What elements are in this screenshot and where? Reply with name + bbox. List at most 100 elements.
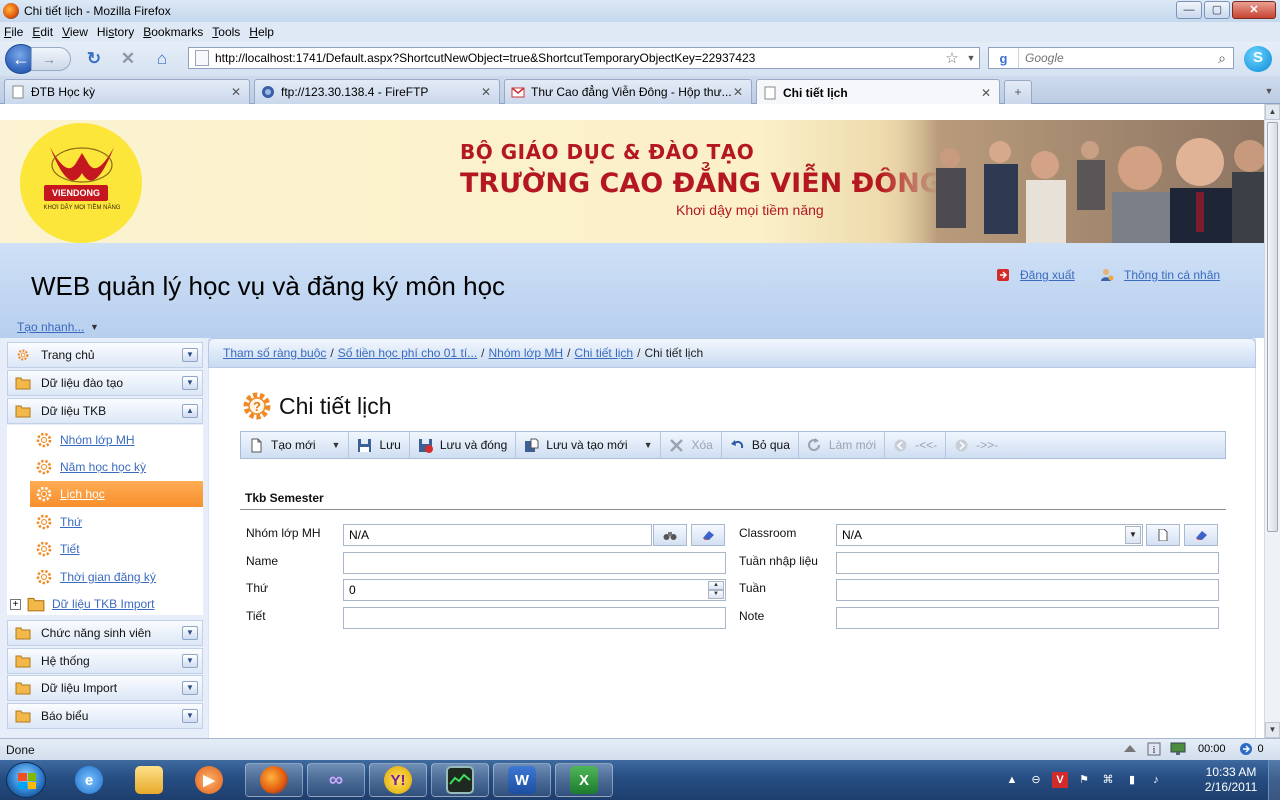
taskbar-visual-studio[interactable]: ∞ — [307, 763, 365, 797]
skype-icon[interactable]: S — [1244, 46, 1272, 72]
search-input[interactable] — [1019, 51, 1211, 65]
tuan-nhap-lieu-field[interactable] — [836, 552, 1219, 574]
classroom-value[interactable]: N/A — [842, 528, 862, 542]
taskbar-task-manager[interactable] — [431, 763, 489, 797]
taskbar-clock[interactable]: 10:33 AM 2/16/2011 — [1196, 765, 1266, 795]
sidebar-item-nhom-lop-mh[interactable]: Nhóm lớp MH — [30, 427, 203, 453]
thu-value[interactable]: 0 — [349, 583, 356, 597]
new-tab-button[interactable]: + — [1004, 80, 1032, 104]
tray-arrow-icon[interactable]: ▲ — [1004, 772, 1020, 788]
thu-stepper[interactable]: 0 ▲ ▼ — [343, 579, 726, 601]
spin-down-icon[interactable]: ▼ — [708, 590, 724, 599]
maximize-button[interactable]: ▢ — [1204, 1, 1230, 19]
next-record-button[interactable]: ->>- — [946, 432, 1006, 458]
chevron-down-icon[interactable]: ▼ — [1262, 82, 1276, 100]
breadcrumb-nhom-lop[interactable]: Nhóm lớp MH — [489, 346, 564, 360]
address-bar[interactable]: http://localhost:1741/Default.aspx?Short… — [188, 47, 980, 69]
menu-file[interactable]: File — [4, 25, 23, 39]
close-icon[interactable]: ✕ — [731, 85, 745, 99]
expand-plus-icon[interactable]: + — [10, 598, 21, 610]
start-button[interactable] — [6, 762, 46, 798]
page-scrollbar[interactable]: ▲ ▼ — [1264, 104, 1280, 738]
logout-link[interactable]: Đăng xuất — [996, 268, 1075, 282]
chevron-down-icon[interactable]: ▼ — [182, 376, 198, 390]
sidebar-item-thoi-gian-dang-ky[interactable]: Thời gian đăng ký — [30, 564, 203, 590]
antivirus-icon[interactable]: V — [1052, 772, 1068, 788]
url-text[interactable]: http://localhost:1741/Default.aspx?Short… — [215, 51, 941, 65]
stop-icon[interactable]: ✕ — [117, 48, 139, 70]
chevron-down-icon[interactable]: ▼ — [644, 440, 653, 450]
refresh-button[interactable]: Làm mới — [799, 432, 886, 458]
menu-view[interactable]: View — [62, 25, 88, 39]
chevron-down-icon[interactable]: ▼ — [1125, 526, 1141, 544]
breadcrumb-tham-so[interactable]: Tham số ràng buộc — [223, 346, 326, 360]
chevron-down-icon[interactable]: ▼ — [182, 626, 198, 640]
taskbar-firefox[interactable] — [245, 763, 303, 797]
chevron-down-icon[interactable]: ▼ — [182, 654, 198, 668]
profile-link[interactable]: Thông tin cá nhân — [1100, 268, 1220, 282]
menu-tools[interactable]: Tools — [212, 25, 240, 39]
addon-icon[interactable] — [1122, 742, 1138, 756]
save-new-button[interactable]: Lưu và tạo mới ▼ — [516, 432, 662, 458]
sidebar-group-du-lieu-dao-tao[interactable]: Dữ liệu đào tạo ▼ — [7, 370, 203, 396]
previous-record-button[interactable]: -<<- — [885, 432, 947, 458]
minimize-button[interactable]: — — [1176, 1, 1202, 19]
breadcrumb-so-tien[interactable]: Số tiền học phí cho 01 tí... — [338, 346, 477, 360]
reload-icon[interactable]: ↻ — [83, 48, 105, 70]
sidebar-group-bao-bieu[interactable]: Báo biểu ▼ — [7, 703, 203, 729]
quick-create-link[interactable]: Tạo nhanh... — [17, 320, 84, 334]
sidebar-item-lich-hoc[interactable]: Lịch học — [30, 481, 203, 507]
close-icon[interactable]: ✕ — [479, 85, 493, 99]
classroom-new-button[interactable] — [1146, 524, 1180, 546]
sidebar-item-label[interactable]: Thứ — [60, 515, 82, 529]
tiet-field[interactable] — [343, 607, 726, 629]
breadcrumb-chi-tiet-lich[interactable]: Chi tiết lịch — [574, 346, 633, 360]
name-field[interactable] — [343, 552, 726, 574]
sidebar-group-chuc-nang-sinh-vien[interactable]: Chức năng sinh viên ▼ — [7, 620, 203, 646]
scroll-thumb[interactable] — [1267, 122, 1278, 532]
sidebar-item-label[interactable]: Tiết — [60, 542, 80, 556]
sidebar-item-label[interactable]: Lịch học — [60, 487, 105, 501]
spin-up-icon[interactable]: ▲ — [708, 581, 724, 590]
menu-history[interactable]: History — [97, 25, 134, 39]
taskbar-yahoo[interactable]: Y! — [369, 763, 427, 797]
chevron-down-icon[interactable]: ▼ — [182, 348, 198, 362]
classroom-select[interactable]: N/A ▼ — [836, 524, 1143, 546]
nhom-lop-clear-button[interactable] — [691, 524, 725, 546]
sidebar-group-he-thong[interactable]: Hệ thống ▼ — [7, 648, 203, 674]
logout-label[interactable]: Đăng xuất — [1020, 268, 1075, 282]
tab-gmail[interactable]: Thư Cao đẳng Viễn Đông - Hộp thư... ✕ — [504, 79, 752, 104]
sidebar-group-du-lieu-import[interactable]: Dữ liệu Import ▼ — [7, 675, 203, 701]
home-icon[interactable]: ⌂ — [151, 48, 173, 70]
taskbar-word[interactable]: W — [493, 763, 551, 797]
search-icon[interactable]: ⌕ — [1211, 50, 1233, 67]
tuan-field[interactable] — [836, 579, 1219, 601]
note-field[interactable] — [836, 607, 1219, 629]
sidebar-group-du-lieu-tkb[interactable]: Dữ liệu TKB ▲ — [7, 398, 203, 424]
chevron-up-icon[interactable]: ▲ — [182, 404, 198, 418]
spinner[interactable]: ▲ ▼ — [708, 581, 724, 599]
volume-icon[interactable]: ♪ — [1148, 772, 1164, 788]
flag-icon[interactable]: ⚑ — [1076, 772, 1092, 788]
menu-bookmarks[interactable]: Bookmarks — [143, 25, 203, 39]
sidebar-item-label[interactable]: Thời gian đăng ký — [60, 570, 156, 584]
sidebar-item-nam-hoc-hoc-ky[interactable]: Năm học học kỳ — [30, 454, 203, 480]
tray-minus-icon[interactable]: ⊖ — [1028, 772, 1044, 788]
new-button[interactable]: Tạo mới ▼ — [241, 432, 350, 458]
chevron-down-icon[interactable]: ▼ — [90, 322, 99, 332]
close-icon[interactable]: ✕ — [979, 86, 993, 100]
sidebar-item-label[interactable]: Nhóm lớp MH — [60, 433, 135, 447]
monitor-icon[interactable] — [1170, 742, 1186, 756]
sidebar-item-label[interactable]: Năm học học kỳ — [60, 460, 146, 474]
scroll-up-icon[interactable]: ▲ — [1265, 104, 1280, 120]
sidebar-group-trang-chu[interactable]: Trang chủ ▼ — [7, 342, 203, 368]
tab-chi-tiet-lich[interactable]: Chi tiết lịch ✕ — [756, 79, 1000, 105]
chevron-down-icon[interactable]: ▼ — [963, 53, 979, 63]
search-bar[interactable]: g ⌕ — [988, 47, 1234, 69]
save-button[interactable]: Lưu — [349, 432, 410, 458]
network-adapter-icon[interactable]: ⌘ — [1100, 772, 1116, 788]
tab-fireftp[interactable]: ftp://123.30.138.4 - FireFTP ✕ — [254, 79, 500, 104]
chevron-down-icon[interactable]: ▼ — [182, 709, 198, 723]
close-window-button[interactable]: ✕ — [1232, 1, 1276, 19]
save-close-button[interactable]: Lưu và đóng — [410, 432, 517, 458]
